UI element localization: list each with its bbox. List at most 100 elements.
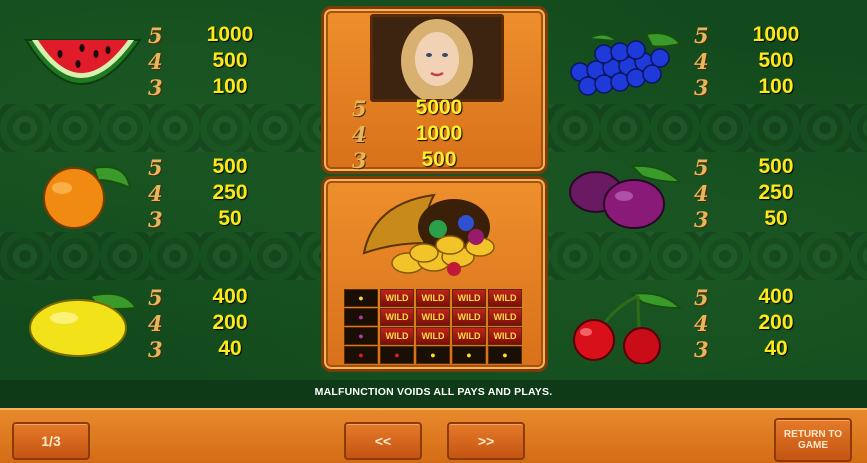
pay-value: 100 — [758, 75, 794, 98]
grid-cell-lemon-icon: ● — [416, 346, 450, 364]
pay-row: 5 500 — [694, 154, 834, 180]
plum-icon — [562, 160, 686, 238]
pay-value: 1000 — [752, 23, 800, 46]
pay-value: 250 — [758, 181, 794, 204]
grid-cell-wild: WILD — [416, 308, 450, 326]
grid-cell-plum-icon: ● — [344, 327, 378, 345]
grid-cell-wild: WILD — [488, 289, 522, 307]
grid-cell-cherry-icon: ● — [380, 346, 414, 364]
watermelon-icon — [20, 28, 146, 106]
grid-cell-wild: WILD — [452, 327, 486, 345]
pay-count: 3 — [148, 206, 163, 232]
grid-cell-lemon-icon: ● — [488, 346, 522, 364]
pay-count: 3 — [148, 74, 163, 100]
pay-row: 4 250 — [694, 180, 834, 206]
pay-value: 500 — [212, 49, 248, 72]
pay-row: 3 100 — [148, 74, 288, 100]
pay-value: 500 — [212, 155, 248, 178]
pay-row: 4 500 — [694, 48, 834, 74]
watermelon-paytable: 5 1000 4 500 3 100 — [148, 22, 288, 100]
page-indicator-button[interactable]: 1/3 — [12, 422, 90, 460]
pay-count: 4 — [352, 121, 367, 147]
grid-cell-orange-icon: ● — [344, 289, 378, 307]
pay-value: 5000 — [415, 96, 463, 119]
wild-symbol-panel: ● WILD WILD WILD WILD ● WILD WILD WILD W… — [321, 176, 548, 372]
pay-count: 4 — [148, 310, 163, 336]
pay-count: 3 — [694, 336, 709, 362]
pay-value: 400 — [212, 285, 248, 308]
pay-row: 3 500 — [352, 147, 512, 173]
pay-value: 1000 — [415, 122, 463, 145]
pay-count: 5 — [694, 22, 709, 48]
pay-count: 4 — [148, 48, 163, 74]
pay-count: 3 — [694, 74, 709, 100]
pay-row: 3 40 — [148, 336, 288, 362]
footer-bar: 1/3 << >> RETURN TO GAME — [0, 408, 867, 463]
cornucopia-icon — [354, 183, 514, 287]
next-page-button[interactable]: >> — [447, 422, 525, 460]
pay-row: 4 250 — [148, 180, 288, 206]
pay-value: 200 — [758, 311, 794, 334]
pay-count: 4 — [694, 48, 709, 74]
grid-cell-wild: WILD — [380, 289, 414, 307]
disclaimer-text: MALFUNCTION VOIDS ALL PAYS AND PLAYS. — [314, 386, 553, 398]
cherry-icon — [562, 288, 686, 368]
pay-row: 3 40 — [694, 336, 834, 362]
pay-row: 5 500 — [148, 154, 288, 180]
orange-icon — [22, 158, 142, 234]
pay-value: 200 — [212, 311, 248, 334]
prev-page-button[interactable]: << — [344, 422, 422, 460]
plum-paytable: 5 500 4 250 3 50 — [694, 154, 834, 232]
grid-cell-plum-icon: ● — [344, 308, 378, 326]
pay-count: 3 — [352, 147, 367, 173]
lady-paytable: 5 5000 4 1000 3 500 — [352, 95, 512, 173]
pay-value: 500 — [758, 155, 794, 178]
pay-value: 40 — [218, 337, 242, 360]
cherry-paytable: 5 400 4 200 3 40 — [694, 284, 834, 362]
return-to-game-button[interactable]: RETURN TO GAME — [774, 418, 852, 462]
pay-row: 4 500 — [148, 48, 288, 74]
pay-value: 50 — [764, 207, 788, 230]
pay-count: 5 — [148, 154, 163, 180]
grid-cell-wild: WILD — [416, 327, 450, 345]
grid-cell-wild: WILD — [452, 289, 486, 307]
pay-value: 40 — [764, 337, 788, 360]
pay-count: 3 — [694, 206, 709, 232]
pay-count: 5 — [352, 95, 367, 121]
grid-cell-wild: WILD — [488, 308, 522, 326]
pay-count: 5 — [694, 284, 709, 310]
lemon-paytable: 5 400 4 200 3 40 — [148, 284, 288, 362]
pay-row: 5 400 — [694, 284, 834, 310]
pay-row: 4 200 — [148, 310, 288, 336]
grid-cell-wild: WILD — [488, 327, 522, 345]
lady-portrait-icon — [370, 14, 504, 102]
pay-count: 4 — [148, 180, 163, 206]
pay-count: 4 — [694, 310, 709, 336]
grid-cell-wild: WILD — [452, 308, 486, 326]
wild-example-grid: ● WILD WILD WILD WILD ● WILD WILD WILD W… — [344, 289, 529, 364]
pay-row: 3 50 — [148, 206, 288, 232]
pay-row: 5 1000 — [694, 22, 834, 48]
grapes-icon — [560, 28, 690, 106]
lemon-icon — [20, 288, 146, 364]
pay-row: 5 5000 — [352, 95, 512, 121]
pay-value: 50 — [218, 207, 242, 230]
pay-value: 500 — [758, 49, 794, 72]
pay-row: 4 200 — [694, 310, 834, 336]
pay-count: 5 — [148, 284, 163, 310]
grapes-paytable: 5 1000 4 500 3 100 — [694, 22, 834, 100]
pay-row: 5 400 — [148, 284, 288, 310]
grid-cell-wild: WILD — [380, 327, 414, 345]
lady-symbol-panel: 5 5000 4 1000 3 500 — [321, 6, 548, 174]
pay-count: 3 — [148, 336, 163, 362]
pay-value: 100 — [212, 75, 248, 98]
orange-paytable: 5 500 4 250 3 50 — [148, 154, 288, 232]
grid-cell-cherry-icon: ● — [344, 346, 378, 364]
pay-count: 5 — [148, 22, 163, 48]
pay-value: 500 — [421, 148, 457, 171]
grid-cell-wild: WILD — [416, 289, 450, 307]
grid-cell-wild: WILD — [380, 308, 414, 326]
pay-row: 5 1000 — [148, 22, 288, 48]
pay-row: 4 1000 — [352, 121, 512, 147]
pay-count: 4 — [694, 180, 709, 206]
